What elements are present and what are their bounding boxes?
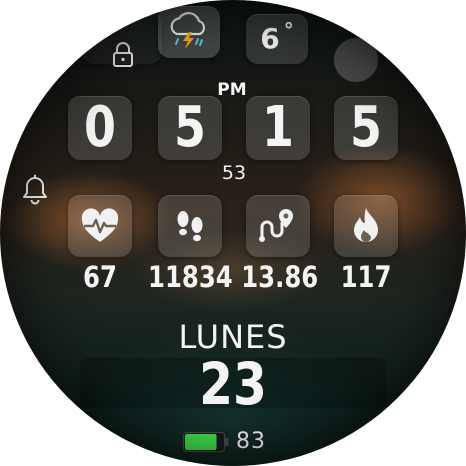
hour-tens-digit: 0 xyxy=(84,95,116,160)
bell-icon[interactable] xyxy=(20,174,50,206)
ampm-indicator: PM xyxy=(217,80,247,100)
minute-tens-digit: 1 xyxy=(262,95,294,160)
steps-value: 11834 xyxy=(148,260,233,294)
footsteps-icon xyxy=(177,211,203,242)
day-number: 23 xyxy=(199,350,267,418)
heart-rate-icon xyxy=(81,208,119,242)
temperature-value: 6 xyxy=(260,22,280,55)
distance-route-icon xyxy=(259,209,293,242)
watch-face: 6 ° PM 0 5 1 5 53 67 11834 13.86 117 LUN… xyxy=(0,0,466,466)
thunderstorm-cloud-icon xyxy=(170,12,206,49)
battery-fill xyxy=(185,434,217,450)
heart-rate-value: 67 xyxy=(83,260,117,294)
minute-ones-digit: 5 xyxy=(350,95,382,160)
complication-dot[interactable] xyxy=(334,38,378,82)
hour-ones-digit: 5 xyxy=(174,95,206,160)
battery-percentage: 83 xyxy=(236,429,266,454)
seconds-readout: 53 xyxy=(221,162,247,184)
lock-icon[interactable] xyxy=(111,42,135,68)
calories-value: 117 xyxy=(340,260,392,294)
battery-icon xyxy=(183,432,229,452)
temperature-readout: 6 ° xyxy=(246,18,308,55)
distance-value: 13.86 xyxy=(241,260,319,294)
calories-flame-icon xyxy=(354,208,378,242)
temperature-unit: ° xyxy=(283,18,294,42)
